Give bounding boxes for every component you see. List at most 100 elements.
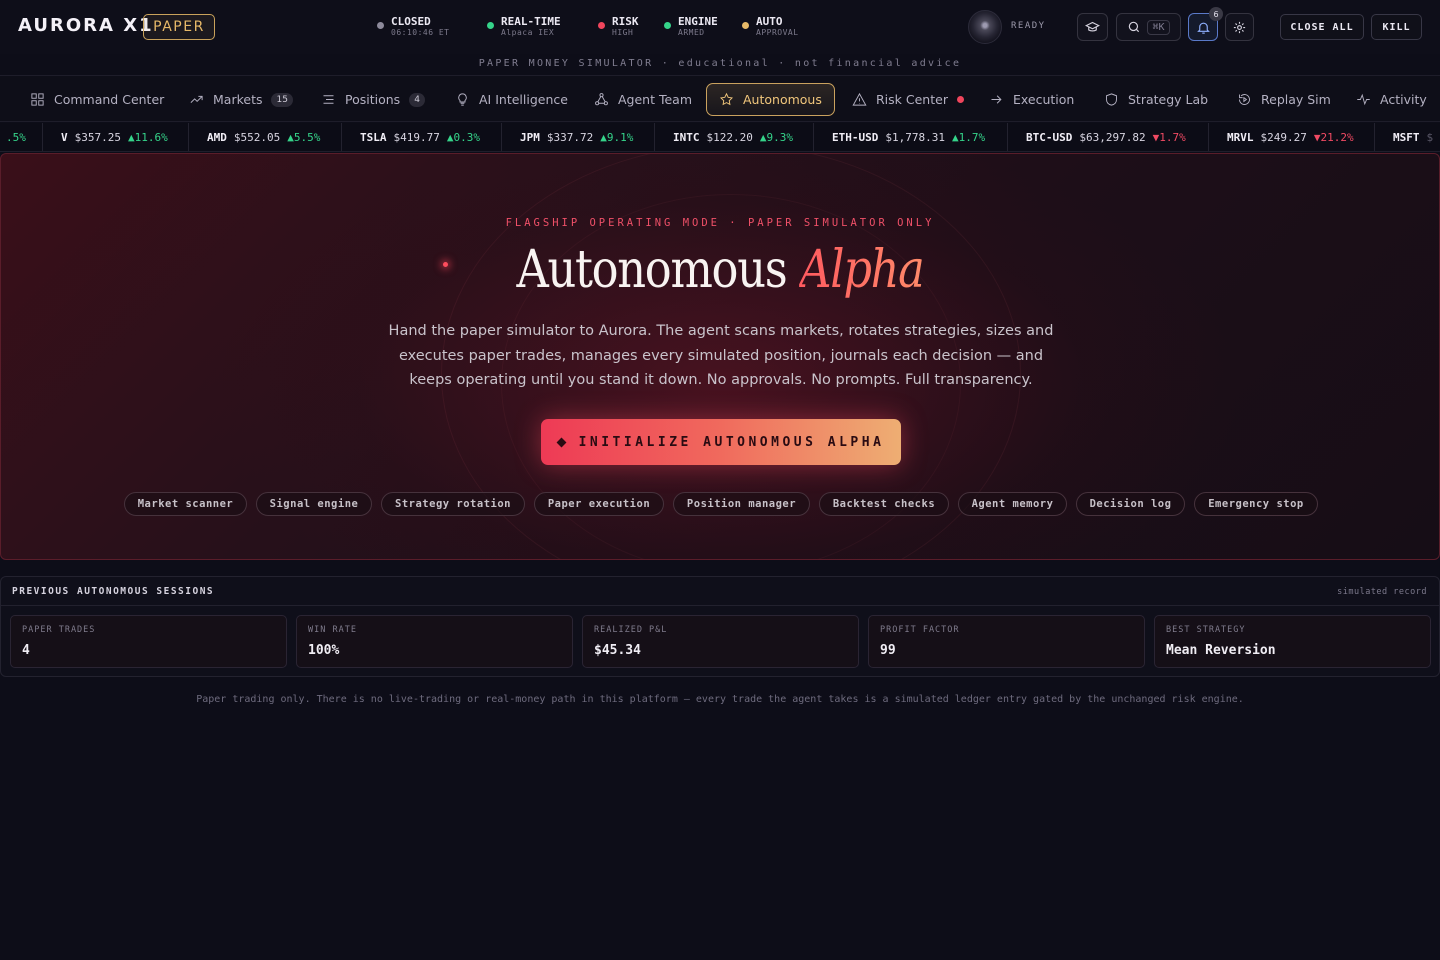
auto-status: AUTO APPROVAL xyxy=(742,16,799,38)
ticker-separator xyxy=(188,123,189,151)
ticker-item[interactable]: AMD $552.05 ▲5.5% xyxy=(207,123,321,151)
bell-icon xyxy=(1196,22,1210,34)
sessions-title: PREVIOUS AUTONOMOUS SESSIONS xyxy=(12,586,215,597)
tab-positions[interactable]: Positions 4 xyxy=(321,83,425,116)
ticker-separator xyxy=(42,123,43,151)
tab-label: Agent Team xyxy=(618,92,693,107)
ticker-item[interactable]: BTC-USD $63,297.82 ▼1.7% xyxy=(1026,123,1186,151)
ticker-item[interactable]: INTC $122.20 ▲9.3% xyxy=(673,123,793,151)
ticker-item[interactable]: JPM $337.72 ▲9.1% xyxy=(520,123,633,151)
risk-alert-dot xyxy=(956,96,964,103)
ticker-item[interactable]: TSLA $419.77 ▲0.3% xyxy=(360,123,480,151)
price-ticker: .5% V $357.25 ▲11.6% AMD $552.05 ▲5.5% T… xyxy=(0,123,1440,152)
tab-command-center[interactable]: Command Center xyxy=(30,83,164,116)
warning-icon xyxy=(852,92,867,106)
previous-sessions-panel: PREVIOUS AUTONOMOUS SESSIONS simulated r… xyxy=(0,576,1440,677)
pulse-icon xyxy=(1357,93,1370,106)
tab-label: Replay Sim xyxy=(1261,92,1331,107)
ticker-symbol: INTC xyxy=(673,131,700,144)
autonomous-hero-panel: FLAGSHIP OPERATING MODE · PAPER SIMULATO… xyxy=(0,153,1440,560)
ticker-change: ▲1.7% xyxy=(951,131,986,144)
ticker-separator xyxy=(654,123,655,151)
status-label: REAL-TIME xyxy=(501,15,561,28)
ticker-item[interactable]: MSFT $ xyxy=(1393,123,1434,151)
ticker-symbol: AMD xyxy=(207,131,227,144)
tab-label: Command Center xyxy=(54,92,165,107)
arrow-right-icon xyxy=(991,95,1002,104)
diamond-icon xyxy=(556,437,567,447)
tab-ai-intelligence[interactable]: AI Intelligence xyxy=(455,83,568,116)
tab-autonomous[interactable]: Autonomous xyxy=(706,83,835,116)
gear-icon xyxy=(1233,21,1246,33)
risk-status: RISK HIGH xyxy=(598,16,639,38)
ticker-item[interactable]: .5% xyxy=(6,123,26,151)
capability-chip: Position manager xyxy=(673,492,810,516)
tab-agent-team[interactable]: Agent Team xyxy=(594,83,692,116)
network-icon xyxy=(595,93,608,106)
replay-icon xyxy=(1239,94,1250,105)
ticker-symbol: MSFT xyxy=(1393,131,1420,144)
settings-button[interactable] xyxy=(1225,13,1254,41)
tab-strategy-lab[interactable]: Strategy Lab xyxy=(1104,83,1208,116)
cta-label: INITIALIZE AUTONOMOUS ALPHA xyxy=(578,434,885,450)
ticker-price: $357.25 xyxy=(74,131,121,144)
capability-chip: Backtest checks xyxy=(819,492,949,516)
search-shortcut: ⌘K xyxy=(1147,19,1170,35)
brand-name[interactable]: AURORA X1 xyxy=(18,15,154,36)
stat-value: 4 xyxy=(22,643,30,658)
close-all-button[interactable]: CLOSE ALL xyxy=(1280,14,1364,40)
tab-label: Strategy Lab xyxy=(1128,92,1209,107)
kill-button[interactable]: KILL xyxy=(1371,14,1422,40)
status-dot xyxy=(598,22,605,29)
tab-execution[interactable]: Execution xyxy=(989,83,1074,116)
ticker-price: $337.72 xyxy=(546,131,594,144)
ticker-item[interactable]: MRVL $249.27 ▼21.2% xyxy=(1227,123,1354,151)
tab-count: 15 xyxy=(271,92,293,107)
stat-win-rate: WIN RATE 100% xyxy=(296,615,573,668)
ticker-separator xyxy=(341,123,342,151)
ticker-separator xyxy=(813,123,814,151)
status-sub: APPROVAL xyxy=(756,28,799,37)
ticker-separator xyxy=(1374,123,1375,151)
ticker-separator xyxy=(1208,123,1209,151)
agent-orb-icon[interactable] xyxy=(968,10,1002,44)
ticker-item[interactable]: V $357.25 ▲11.6% xyxy=(61,123,168,151)
status-sub: 06:10:46 ET xyxy=(391,28,450,37)
hero-title-main: Autonomous xyxy=(516,240,787,300)
ticker-price: $122.20 xyxy=(706,131,753,144)
tab-markets[interactable]: Markets 15 xyxy=(189,83,293,116)
ticker-item[interactable]: ETH-USD $1,778.31 ▲1.7% xyxy=(832,123,986,151)
grid-icon xyxy=(31,93,44,106)
ticker-change: .5% xyxy=(6,131,26,144)
tab-label: Autonomous xyxy=(743,92,822,107)
status-dot xyxy=(487,22,494,29)
ticker-price: $419.77 xyxy=(393,131,440,144)
ticker-change: ▲11.6% xyxy=(127,131,168,144)
paper-mode-badge: PAPER xyxy=(143,14,215,40)
tab-replay-sim[interactable]: Replay Sim xyxy=(1237,83,1331,116)
status-label: AUTO xyxy=(756,15,783,28)
tab-activity[interactable]: Activity xyxy=(1356,83,1427,116)
tab-risk-center[interactable]: Risk Center xyxy=(852,83,964,116)
ticker-symbol: ETH-USD xyxy=(832,131,879,144)
capability-chip: Agent memory xyxy=(958,492,1067,516)
ticker-price: $63,297.82 xyxy=(1079,131,1146,144)
hero-title-accent: Alpha xyxy=(799,240,925,300)
search-button[interactable]: ⌘K xyxy=(1116,13,1181,41)
tab-label: Risk Center xyxy=(876,92,948,107)
sessions-note: simulated record xyxy=(1337,587,1427,597)
ticker-change: ▲5.5% xyxy=(287,131,321,144)
initialize-autonomous-button[interactable]: INITIALIZE AUTONOMOUS ALPHA xyxy=(541,419,901,465)
feed-status: REAL-TIME Alpaca IEX xyxy=(487,16,561,38)
stat-label: PAPER TRADES xyxy=(22,625,96,635)
stat-realized-pnl: REALIZED P&L $45.34 xyxy=(582,615,859,668)
stat-value: Mean Reversion xyxy=(1166,643,1276,658)
learn-button[interactable] xyxy=(1077,13,1108,41)
ticker-price: $ xyxy=(1426,131,1434,144)
capability-chip: Market scanner xyxy=(124,492,247,516)
stat-profit-factor: PROFIT FACTOR 99 xyxy=(868,615,1145,668)
trend-icon xyxy=(190,95,203,103)
stat-label: WIN RATE xyxy=(308,625,357,635)
notifications-button[interactable]: 6 xyxy=(1188,7,1223,41)
capability-chip: Signal engine xyxy=(256,492,372,516)
